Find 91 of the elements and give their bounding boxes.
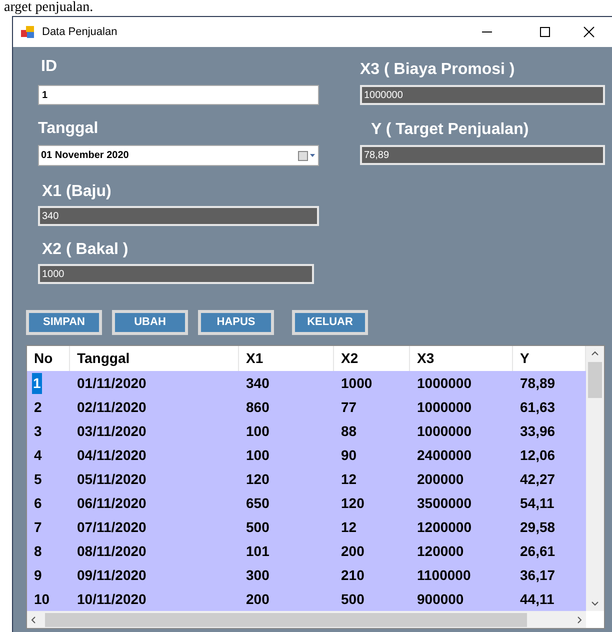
scroll-thumb[interactable] (45, 612, 527, 626)
table-cell-text: 1000000 (417, 374, 472, 392)
table-cell-text: 1000000 (417, 422, 472, 440)
maximize-icon (539, 26, 551, 38)
table-cell-text: 120000 (417, 542, 464, 560)
table-cell-text: 300 (246, 566, 270, 584)
table-cell-text: 3 (34, 422, 42, 440)
input-field[interactable]: 1000000 (360, 85, 605, 105)
table-cell-text: 2400000 (417, 446, 472, 464)
table-cell-text: 6 (34, 494, 42, 512)
table-cell-text: 500 (341, 590, 364, 608)
input-field[interactable]: 78,89 (360, 145, 605, 165)
table-cell-text: 200 (341, 542, 364, 560)
table-cell-text: 340 (246, 374, 270, 392)
table-cell-text: 36,17 (520, 566, 556, 584)
vertical-scrollbar[interactable] (586, 346, 604, 611)
table-cell-text: 10/11/2020 (77, 590, 146, 608)
table-cell-text: 09/11/2020 (77, 566, 146, 584)
table-cell-text: 04/11/2020 (77, 446, 146, 464)
table-cell-text: 860 (246, 398, 270, 416)
table-cell-text: 7 (34, 518, 42, 536)
table-cell-text: 5 (34, 470, 42, 488)
date-picker[interactable]: 01 November 2020 (38, 145, 319, 166)
table-cell-text: 200 (246, 590, 270, 608)
table-cell-text: 88 (341, 422, 357, 440)
field-label: X3 ( Biaya Promosi ) (360, 60, 515, 80)
close-icon (583, 26, 595, 38)
column-header[interactable]: X2 (334, 346, 410, 371)
table-cell-text: 120 (246, 470, 270, 488)
input-field[interactable]: 340 (38, 206, 319, 226)
action-button[interactable]: UBAH (112, 310, 188, 335)
table-cell-text: 8 (34, 542, 42, 560)
field-label: Y ( Target Penjualan) (371, 120, 529, 140)
table-cell-text: 02/11/2020 (77, 398, 146, 416)
window-title: Data Penjualan (42, 24, 118, 40)
action-button[interactable]: HAPUS (198, 310, 274, 335)
field-label: X2 ( Bakal ) (42, 240, 128, 260)
table-cell-text: 12,06 (520, 446, 556, 464)
table-cell-text: 90 (341, 446, 357, 464)
table-cell-text: 10 (34, 590, 50, 608)
document-text: arget penjualan. (4, 0, 94, 16)
table-cell-text: 42,27 (520, 470, 556, 488)
table-cell-text: 650 (246, 494, 270, 512)
table-cell-text: 1000 (341, 374, 372, 392)
action-button[interactable]: SIMPAN (26, 310, 102, 335)
table-cell-text: 03/11/2020 (77, 422, 146, 440)
horizontal-scrollbar[interactable] (27, 611, 586, 628)
table-cell-text: 1200000 (417, 518, 472, 536)
column-header[interactable]: X1 (239, 346, 334, 371)
field-label: Tanggal (38, 119, 98, 139)
table-cell-text: 26,61 (520, 542, 556, 560)
table-cell-text: 33,96 (520, 422, 556, 440)
table-cell-text: 1000000 (417, 398, 472, 416)
input-field[interactable]: 1000 (38, 264, 314, 284)
table-cell-text: 54,11 (520, 494, 554, 512)
table-cell-text: 29,58 (520, 518, 556, 536)
table-cell-text: 1100000 (417, 566, 471, 584)
table-cell-text: 200000 (417, 470, 464, 488)
table-cell-text: 01/11/2020 (77, 374, 146, 392)
table-cell-text: 61,63 (520, 398, 556, 416)
table-cell-text: 210 (341, 566, 364, 584)
column-header[interactable]: X3 (410, 346, 513, 371)
table-cell-text: 05/11/2020 (77, 470, 146, 488)
table-cell-text: 101 (246, 542, 270, 560)
action-button[interactable]: KELUAR (292, 310, 368, 335)
calendar-dropdown-icon (298, 150, 316, 160)
table-cell-text: 78,89 (520, 374, 556, 392)
table-cell-text: 77 (341, 398, 357, 416)
table-cell-text: 2 (34, 398, 42, 416)
app-icon (21, 25, 35, 39)
table-cell-text: 120 (341, 494, 364, 512)
table-cell-text: 100 (246, 422, 270, 440)
table-cell-text: 07/11/2020 (77, 518, 146, 536)
table-cell-text: 9 (34, 566, 42, 584)
table-cell: 1 (32, 372, 42, 394)
table-cell-text: 100 (246, 446, 270, 464)
input-field[interactable]: 1 (38, 85, 319, 105)
table-cell-text: 3500000 (417, 494, 472, 512)
table-cell-text: 12 (341, 470, 357, 488)
scroll-thumb[interactable] (588, 362, 602, 398)
table-cell-text: 08/11/2020 (77, 542, 146, 560)
field-label: ID (41, 57, 57, 77)
table-cell-text: 900000 (417, 590, 464, 608)
table-cell-text: 44,11 (520, 590, 554, 608)
column-header[interactable]: Tanggal (70, 346, 239, 371)
column-header[interactable]: No (27, 346, 70, 371)
table-cell-text: 06/11/2020 (77, 494, 146, 512)
table-cell-text: 12 (341, 518, 357, 536)
field-label: X1 (Baju) (42, 182, 112, 202)
table-cell-text: 500 (246, 518, 270, 536)
table-cell-text: 4 (34, 446, 42, 464)
